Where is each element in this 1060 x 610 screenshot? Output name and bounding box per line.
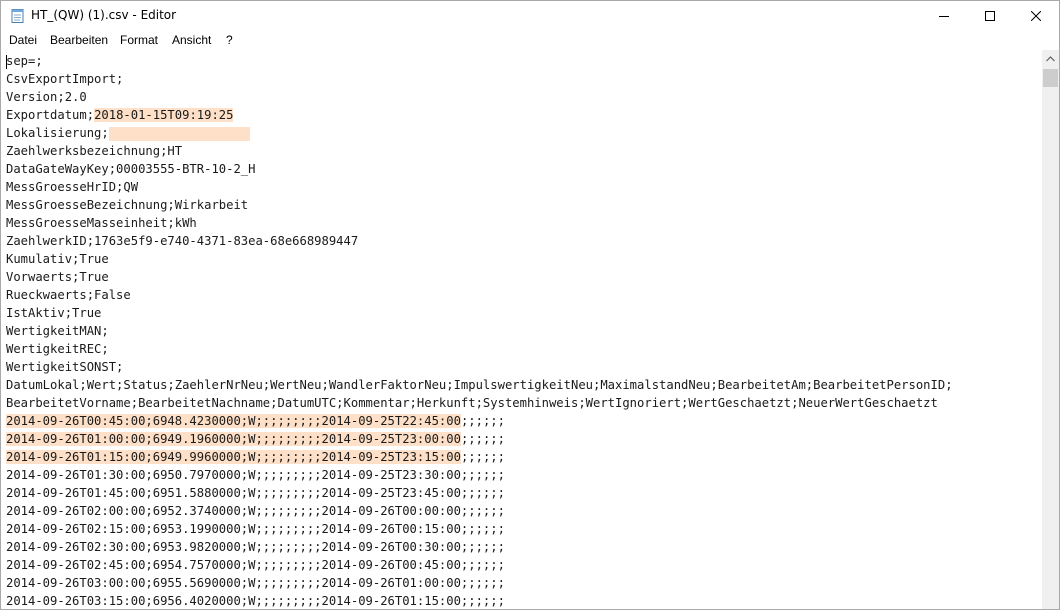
text-line: WertigkeitREC; [6, 340, 953, 358]
minimize-button[interactable] [921, 1, 967, 30]
line-text: ZaehlwerkID;1763e5f9-e740-4371-83ea-68e6… [6, 234, 359, 248]
text-line: Zaehlwerksbezeichnung;HT [6, 142, 953, 160]
line-text: WertigkeitMAN; [6, 324, 109, 338]
vertical-scrollbar[interactable] [1042, 50, 1059, 609]
line-text: ;;;;;; [460, 450, 505, 464]
menu-help[interactable]: ? [226, 33, 233, 47]
text-line: 2014-09-26T02:00:00;6952.3740000;W;;;;;;… [6, 502, 953, 520]
line-text: ;;;;;; [460, 414, 505, 428]
text-line: MessGroesseHrID;QW [6, 178, 953, 196]
text-line: Version;2.0 [6, 88, 953, 106]
highlighted-text: 2014-09-25T23:15:00 [321, 450, 461, 464]
menu-format[interactable]: Format [120, 33, 158, 47]
highlighted-text: 2014-09-26T01:00:00;6949.1960000;W;;;;;;… [6, 432, 322, 446]
line-text: ;;;;;; [460, 432, 505, 446]
line-text: 2014-09-26T02:45:00;6954.7570000;W;;;;;;… [6, 558, 505, 572]
text-caret [6, 55, 7, 69]
text-line: 2014-09-26T00:45:00;6948.4230000;W;;;;;;… [6, 412, 953, 430]
highlighted-text: 2014-09-25T23:00:00 [321, 432, 461, 446]
line-text: Vorwaerts;True [6, 270, 109, 284]
text-line: 2014-09-26T03:15:00;6956.4020000;W;;;;;;… [6, 592, 953, 609]
text-line: BearbeitetVorname;BearbeitetNachname;Dat… [6, 394, 953, 412]
line-text: Rueckwaerts;False [6, 288, 131, 302]
line-text: 2014-09-26T03:00:00;6955.5690000;W;;;;;;… [6, 576, 505, 590]
highlighted-text: 2018-01-15T09:19:25 [94, 108, 234, 122]
line-text: MessGroesseHrID;QW [6, 180, 139, 194]
close-button[interactable] [1013, 1, 1059, 30]
line-text: IstAktiv;True [6, 306, 102, 320]
text-line: DataGateWayKey;00003555-BTR-10-2_H [6, 160, 953, 178]
notepad-icon [11, 8, 24, 23]
selection-highlight [108, 126, 250, 141]
text-line: DatumLokal;Wert;Status;ZaehlerNrNeu;Wert… [6, 376, 953, 394]
line-text: BearbeitetVorname;BearbeitetNachname;Dat… [6, 396, 938, 410]
minimize-icon [939, 15, 949, 17]
window-title: HT_(QW) (1).csv - Editor [31, 8, 177, 22]
text-line: WertigkeitMAN; [6, 322, 953, 340]
text-line: 2014-09-26T01:30:00;6950.7970000;W;;;;;;… [6, 466, 953, 484]
text-line: Rueckwaerts;False [6, 286, 953, 304]
text-line: 2014-09-26T02:45:00;6954.7570000;W;;;;;;… [6, 556, 953, 574]
text-line: Exportdatum;2018-01-15T09:19:25 [6, 106, 953, 124]
text-line: 2014-09-26T01:15:00;6949.9960000;W;;;;;;… [6, 448, 953, 466]
text-line: WertigkeitSONST; [6, 358, 953, 376]
highlighted-text: 2014-09-25T22:45:00 [321, 414, 461, 428]
scroll-thumb[interactable] [1043, 69, 1058, 87]
line-text: 2014-09-26T02:30:00;6953.9820000;W;;;;;;… [6, 540, 505, 554]
line-text: DataGateWayKey;00003555-BTR-10-2_H [6, 162, 256, 176]
chevron-up-icon [1046, 55, 1055, 61]
line-text: 2014-09-26T02:00:00;6952.3740000;W;;;;;;… [6, 504, 505, 518]
line-text: 2014-09-26T01:30:00;6950.7970000;W;;;;;;… [6, 468, 505, 482]
line-text: Zaehlwerksbezeichnung;HT [6, 144, 183, 158]
text-line: sep=; [6, 52, 953, 70]
text-line: MessGroesseBezeichnung;Wirkarbeit [6, 196, 953, 214]
text-line: ZaehlwerkID;1763e5f9-e740-4371-83ea-68e6… [6, 232, 953, 250]
line-text: Version;2.0 [6, 90, 87, 104]
line-text: MessGroesseMasseinheit;kWh [6, 216, 197, 230]
line-text: Kumulativ;True [6, 252, 109, 266]
line-text: WertigkeitSONST; [6, 360, 124, 374]
text-line: 2014-09-26T03:00:00;6955.5690000;W;;;;;;… [6, 574, 953, 592]
menu-bearbeiten[interactable]: Bearbeiten [50, 33, 108, 47]
line-text: CsvExportImport; [6, 72, 124, 86]
line-text: Lokalisierung; [6, 126, 109, 140]
editor-window: HT_(QW) (1).csv - Editor Datei Bearbeite… [0, 0, 1060, 610]
text-line: CsvExportImport; [6, 70, 953, 88]
title-bar[interactable]: HT_(QW) (1).csv - Editor [1, 1, 1059, 30]
highlighted-text: 2014-09-26T00:45:00;6948.4230000;W;;;;;;… [6, 414, 322, 428]
highlighted-text: 2014-09-26T01:15:00;6949.9960000;W;;;;;;… [6, 450, 322, 464]
text-line: Lokalisierung; [6, 124, 953, 142]
maximize-icon [985, 10, 995, 21]
text-line: MessGroesseMasseinheit;kWh [6, 214, 953, 232]
text-editor[interactable]: sep=; CsvExportImport; Version;2.0 Exportda… [1, 50, 1042, 609]
text-line: 2014-09-26T02:30:00;6953.9820000;W;;;;;;… [6, 538, 953, 556]
line-text: sep=; [6, 54, 43, 68]
text-content: sep=; CsvExportImport; Version;2.0 Exportda… [6, 52, 953, 609]
text-line: 2014-09-26T02:15:00;6953.1990000;W;;;;;;… [6, 520, 953, 538]
scroll-up-button[interactable] [1042, 50, 1059, 67]
line-text: DatumLokal;Wert;Status;ZaehlerNrNeu;Wert… [6, 378, 953, 392]
line-text: MessGroesseBezeichnung;Wirkarbeit [6, 198, 249, 212]
text-line: Vorwaerts;True [6, 268, 953, 286]
text-line: IstAktiv;True [6, 304, 953, 322]
maximize-button[interactable] [967, 1, 1013, 30]
menu-datei[interactable]: Datei [9, 33, 37, 47]
text-line: 2014-09-26T01:45:00;6951.5880000;W;;;;;;… [6, 484, 953, 502]
line-text: 2014-09-26T01:45:00;6951.5880000;W;;;;;;… [6, 486, 505, 500]
line-text: Exportdatum; [6, 108, 95, 122]
line-text: WertigkeitREC; [6, 342, 109, 356]
text-line: 2014-09-26T01:00:00;6949.1960000;W;;;;;;… [6, 430, 953, 448]
text-line: Kumulativ;True [6, 250, 953, 268]
close-icon [1031, 10, 1041, 21]
line-text: 2014-09-26T02:15:00;6953.1990000;W;;;;;;… [6, 522, 505, 536]
menu-ansicht[interactable]: Ansicht [172, 33, 211, 47]
line-text: 2014-09-26T03:15:00;6956.4020000;W;;;;;;… [6, 594, 505, 608]
menu-bar: Datei Bearbeiten Format Ansicht ? [1, 30, 1059, 50]
